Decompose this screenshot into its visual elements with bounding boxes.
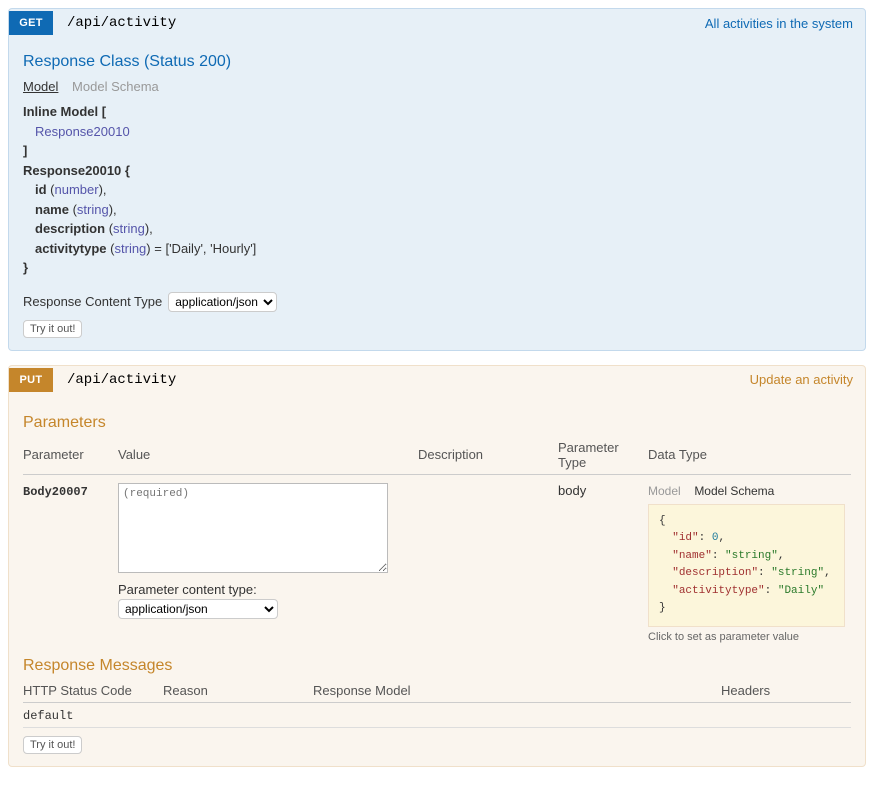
http-method-badge: GET xyxy=(9,11,53,35)
model-object-close: } xyxy=(23,260,28,275)
status-code: default xyxy=(23,703,163,728)
field-activitytype-name: activitytype xyxy=(35,241,107,256)
endpoint-path: /api/activity xyxy=(67,15,705,31)
tab-model[interactable]: Model xyxy=(23,79,58,94)
response-content-type-label: Response Content Type xyxy=(23,294,162,309)
col-headers: Headers xyxy=(721,679,851,703)
endpoint-path: /api/activity xyxy=(67,372,750,388)
parameters-header-row: Parameter Value Description Parameter Ty… xyxy=(23,436,851,475)
parameter-name: Body20007 xyxy=(23,485,88,499)
col-reason: Reason xyxy=(163,679,313,703)
get-operation: GET /api/activity All activities in the … xyxy=(8,8,866,351)
body-textarea[interactable] xyxy=(118,483,388,573)
schema-example-box[interactable]: { "id": 0, "name": "string", "descriptio… xyxy=(648,504,845,628)
data-type-tabs: Model Model Schema xyxy=(648,483,845,498)
parameters-title: Parameters xyxy=(23,414,851,432)
try-it-out-button[interactable]: Try it out! xyxy=(23,320,82,338)
inline-model-close: ] xyxy=(23,143,27,158)
col-value: Value xyxy=(118,436,418,475)
schema-hint: Click to set as parameter value xyxy=(648,631,845,643)
field-activitytype-enum: = ['Daily', 'Hourly'] xyxy=(151,241,257,256)
field-activitytype-type: string xyxy=(115,241,147,256)
table-row: Body20007 Parameter content type: applic… xyxy=(23,474,851,647)
col-description: Description xyxy=(418,436,558,475)
table-row: default xyxy=(23,703,851,728)
field-name-type: string xyxy=(77,202,109,217)
col-response-model: Response Model xyxy=(313,679,721,703)
operation-summary: All activities in the system xyxy=(705,16,865,31)
response-class-title: Response Class (Status 200) xyxy=(23,53,851,71)
parameters-table: Parameter Value Description Parameter Ty… xyxy=(23,436,851,648)
put-operation-body: Parameters Parameter Value Description P… xyxy=(9,394,865,767)
parameter-type: body xyxy=(558,474,648,647)
put-operation: PUT /api/activity Update an activity Par… xyxy=(8,365,866,768)
field-name-name: name xyxy=(35,202,69,217)
col-data-type: Data Type xyxy=(648,436,851,475)
model-object-open: Response20010 { xyxy=(23,163,130,178)
inline-model-item[interactable]: Response20010 xyxy=(35,124,130,139)
response-messages-header-row: HTTP Status Code Reason Response Model H… xyxy=(23,679,851,703)
col-http-status: HTTP Status Code xyxy=(23,679,163,703)
parameter-content-type-label: Parameter content type: xyxy=(118,582,412,597)
parameter-description xyxy=(418,474,558,647)
col-parameter-type: Parameter Type xyxy=(558,436,648,475)
parameter-content-type-select[interactable]: application/json xyxy=(118,599,278,619)
field-id-name: id xyxy=(35,182,47,197)
response-messages-table: HTTP Status Code Reason Response Model H… xyxy=(23,679,851,728)
tab-model[interactable]: Model xyxy=(648,484,681,498)
try-it-out-button[interactable]: Try it out! xyxy=(23,736,82,754)
operation-summary: Update an activity xyxy=(750,372,865,387)
field-description-name: description xyxy=(35,221,105,236)
field-id-type: number xyxy=(55,182,99,197)
col-parameter: Parameter xyxy=(23,436,118,475)
field-description-type: string xyxy=(113,221,145,236)
put-operation-header[interactable]: PUT /api/activity Update an activity xyxy=(9,366,865,394)
response-content-type-select[interactable]: application/json xyxy=(168,292,277,312)
inline-model-open: Inline Model [ xyxy=(23,104,106,119)
response-messages-title: Response Messages xyxy=(23,657,851,675)
model-tabs: Model Model Schema xyxy=(23,79,851,94)
tab-model-schema[interactable]: Model Schema xyxy=(694,484,774,498)
http-method-badge: PUT xyxy=(9,368,53,392)
model-definition: Inline Model [ Response20010 ] Response2… xyxy=(23,102,851,278)
get-operation-header[interactable]: GET /api/activity All activities in the … xyxy=(9,9,865,37)
get-operation-body: Response Class (Status 200) Model Model … xyxy=(9,37,865,350)
tab-model-schema[interactable]: Model Schema xyxy=(72,79,159,94)
